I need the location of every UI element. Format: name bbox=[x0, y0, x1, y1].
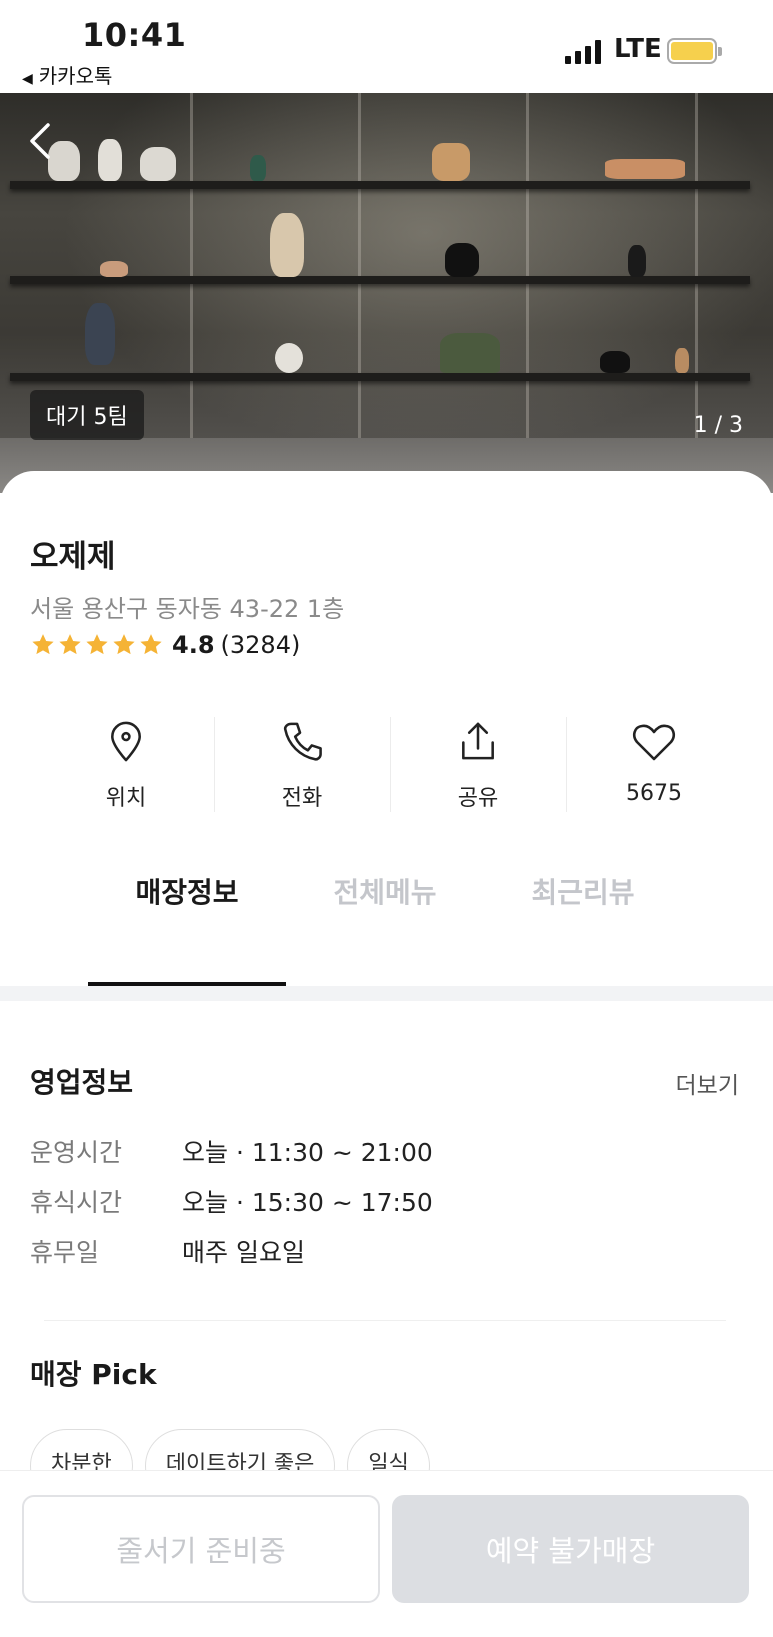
location-button[interactable]: 위치 bbox=[38, 717, 214, 812]
call-label: 전화 bbox=[281, 786, 323, 811]
tab-recent-reviews[interactable]: 최근리뷰 bbox=[484, 871, 682, 946]
store-detail-sheet: 오제제 서울 용산구 동자동 43-22 1층 4.8 (3284) 위치 전화 bbox=[0, 471, 773, 1637]
photo-counter: 1 / 3 bbox=[693, 413, 743, 438]
like-button[interactable]: 5675 bbox=[566, 717, 742, 812]
star-icon bbox=[86, 634, 108, 655]
divider bbox=[44, 1320, 726, 1321]
back-chevron-icon[interactable] bbox=[26, 121, 56, 161]
star-icon bbox=[140, 634, 162, 655]
info-value: 매주 일요일 bbox=[182, 1238, 305, 1267]
business-info-title: 영업정보 bbox=[30, 1066, 134, 1099]
store-pick-title: 매장 Pick bbox=[30, 1358, 157, 1391]
network-label: LTE bbox=[614, 34, 662, 64]
star-icon bbox=[32, 634, 54, 655]
share-button[interactable]: 공유 bbox=[390, 717, 566, 812]
location-label: 위치 bbox=[105, 786, 147, 811]
info-key: 휴무일 bbox=[30, 1238, 100, 1267]
info-row-hours: 운영시간 오늘 · 11:30 ~ 21:00 bbox=[30, 1133, 433, 1169]
business-info-more-link[interactable]: 더보기 bbox=[676, 1066, 739, 1100]
back-triangle-icon: ◀ bbox=[22, 71, 33, 87]
tab-store-info[interactable]: 매장정보 bbox=[88, 871, 286, 946]
info-row-closed: 휴무일 매주 일요일 bbox=[30, 1233, 305, 1269]
share-icon bbox=[462, 722, 494, 760]
call-button[interactable]: 전화 bbox=[214, 717, 390, 812]
reservation-button[interactable]: 예약 불가매장 bbox=[392, 1495, 749, 1603]
detail-tabs: 매장정보 전체메뉴 최근리뷰 bbox=[88, 871, 688, 946]
back-to-app-link[interactable]: ◀ 카카오톡 bbox=[22, 60, 112, 89]
info-row-break: 휴식시간 오늘 · 15:30 ~ 17:50 bbox=[30, 1183, 433, 1219]
star-icon bbox=[59, 634, 81, 655]
rating-row[interactable]: 4.8 (3284) bbox=[30, 631, 300, 659]
battery-icon bbox=[667, 38, 722, 64]
bottom-action-bar: 줄서기 준비중 예약 불가매장 bbox=[0, 1470, 773, 1637]
phone-icon bbox=[283, 722, 322, 761]
section-separator bbox=[0, 986, 773, 1001]
status-bar: 10:41 ◀ 카카오톡 LTE bbox=[0, 0, 773, 93]
tab-full-menu[interactable]: 전체메뉴 bbox=[286, 871, 484, 946]
location-pin-icon bbox=[111, 721, 141, 762]
info-key: 휴식시간 bbox=[30, 1188, 123, 1217]
waitlist-button[interactable]: 줄서기 준비중 bbox=[22, 1495, 380, 1603]
store-address: 서울 용산구 동자동 43-22 1층 bbox=[30, 595, 345, 623]
rating-value: 4.8 bbox=[172, 631, 215, 659]
back-app-label: 카카오톡 bbox=[38, 64, 113, 88]
status-time: 10:41 bbox=[82, 16, 187, 54]
rating-stars bbox=[30, 632, 164, 658]
heart-icon bbox=[632, 724, 676, 761]
action-row: 위치 전화 공유 5675 bbox=[38, 717, 742, 812]
store-photo[interactable]: 대기 5팀 1 / 3 bbox=[0, 93, 773, 493]
share-label: 공유 bbox=[457, 786, 499, 811]
info-value: 오늘 · 11:30 ~ 21:00 bbox=[182, 1138, 433, 1167]
store-name: 오제제 bbox=[30, 539, 116, 575]
like-count: 5675 bbox=[626, 781, 682, 806]
info-key: 운영시간 bbox=[30, 1138, 123, 1167]
signal-icon bbox=[565, 38, 601, 64]
wait-badge: 대기 5팀 bbox=[30, 390, 144, 440]
star-icon bbox=[113, 634, 135, 655]
review-count: (3284) bbox=[220, 631, 301, 659]
info-value: 오늘 · 15:30 ~ 17:50 bbox=[182, 1188, 433, 1217]
